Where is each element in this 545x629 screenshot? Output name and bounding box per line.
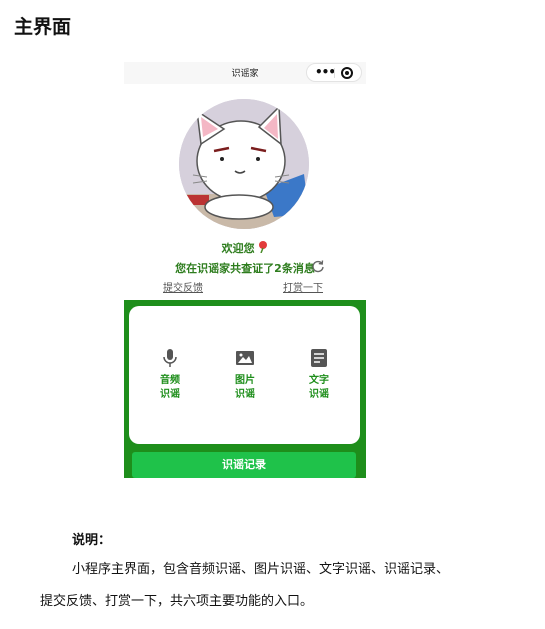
image-check-button[interactable]: 图片 识谣 xyxy=(223,348,267,402)
refresh-icon[interactable] xyxy=(311,259,325,273)
text-check-button[interactable]: 文字 识谣 xyxy=(297,348,341,402)
microphone-icon xyxy=(163,349,177,367)
audio-check-button[interactable]: 音频 识谣 xyxy=(148,348,192,402)
text-label-line1: 文字 xyxy=(309,375,329,386)
document-icon xyxy=(311,349,327,367)
verification-count: 您在识谣家共查证了2条消息 xyxy=(175,262,315,275)
nav-bar: 识谣家 ••• xyxy=(124,62,366,84)
feature-card: 音频 识谣 图片 识谣 文字 识谣 xyxy=(129,306,360,444)
action-links: 提交反馈 打赏一下 xyxy=(124,279,366,294)
image-icon xyxy=(236,351,254,365)
capsule-divider xyxy=(334,68,335,78)
lollipop-icon xyxy=(259,241,268,254)
capsule-menu[interactable]: ••• xyxy=(306,63,362,82)
feedback-link[interactable]: 提交反馈 xyxy=(163,279,203,294)
image-label-line1: 图片 xyxy=(235,375,255,386)
history-button[interactable]: 识谣记录 xyxy=(132,452,356,478)
avatar xyxy=(179,99,309,229)
text-label-line2: 识谣 xyxy=(309,389,329,400)
target-icon[interactable] xyxy=(341,67,353,79)
note-text-line1: 小程序主界面，包含音频识谣、图片识谣、文字识谣、识谣记录、 xyxy=(72,562,450,577)
audio-label-line2: 识谣 xyxy=(160,389,180,400)
image-label-line2: 识谣 xyxy=(235,389,255,400)
app-screenshot: 识谣家 ••• 欢迎您 您在识谣家共查证了2条消息 提交反馈 打赏一下 音频 识… xyxy=(124,62,366,478)
function-panel: 音频 识谣 图片 识谣 文字 识谣 识谣记录 xyxy=(124,300,366,478)
tip-link[interactable]: 打赏一下 xyxy=(283,279,323,294)
ellipsis-icon[interactable]: ••• xyxy=(315,65,336,79)
welcome-label: 欢迎您 xyxy=(221,242,255,255)
audio-label-line1: 音频 xyxy=(160,375,180,386)
note-label: 说明： xyxy=(72,533,112,548)
welcome-text: 欢迎您 xyxy=(124,240,366,256)
note-text-line2: 提交反馈、打赏一下，共六项主要功能的入口。 xyxy=(40,594,314,609)
document-heading: 主界面 xyxy=(14,16,72,38)
